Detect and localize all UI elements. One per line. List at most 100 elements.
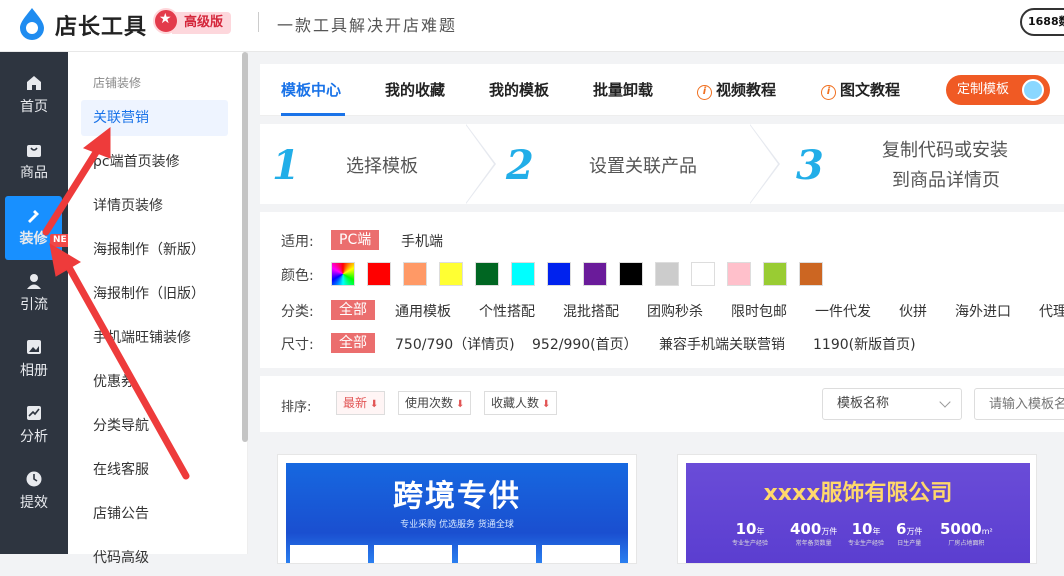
subnav-scrollbar[interactable]: [242, 52, 248, 442]
tab-my-favorites[interactable]: 我的收藏: [385, 79, 445, 100]
sort-favorites-button[interactable]: 收藏人数 ⬇: [484, 391, 558, 415]
template-card[interactable]: 跨境专供 专业采购 优选服务 货通全球: [277, 454, 637, 564]
subnav-item-poster-new[interactable]: 海报制作（新版）: [81, 232, 228, 268]
filter-option-mobile[interactable]: 手机端: [401, 231, 443, 251]
filter-option[interactable]: 伙拼: [899, 301, 927, 321]
filter-option[interactable]: 限时包邮: [731, 301, 787, 321]
template-thumbnail[interactable]: xxxx服饰有限公司 10年 专业生产经验 400万件 常年备货数量 10年 专业生产…: [686, 463, 1030, 563]
premium-badge: 高级版: [172, 12, 232, 34]
slogan: 一款工具解决开店难题: [277, 16, 458, 35]
color-swatch[interactable]: [763, 262, 787, 286]
info-icon: i: [697, 85, 712, 100]
filter-option[interactable]: 通用模板: [395, 301, 451, 321]
color-swatch[interactable]: [367, 262, 391, 286]
subnav-item-detail-page[interactable]: 详情页装修: [81, 188, 228, 224]
subnav-item-code[interactable]: 代码高级: [81, 540, 228, 576]
sort-label-text: 收藏人数: [491, 396, 540, 410]
bag-icon: [27, 145, 41, 157]
template-card[interactable]: xxxx服饰有限公司 10年 专业生产经验 400万件 常年备货数量 10年 专业生产…: [677, 454, 1037, 564]
template-thumbnail[interactable]: 跨境专供 专业采购 优选服务 货通全球: [286, 463, 628, 563]
filter-row-category: 分类: 全部 通用模板 个性搭配 混批搭配 团购秒杀 限时包邮 一件代发 伙拼 …: [281, 300, 1064, 322]
template-search-input[interactable]: [974, 388, 1064, 420]
nav-traffic[interactable]: 引流: [0, 262, 68, 326]
color-swatch[interactable]: [439, 262, 463, 286]
tab-text-tutorial[interactable]: i 图文教程: [821, 79, 900, 100]
filter-option[interactable]: 全部: [331, 300, 375, 320]
nav-home[interactable]: 首页: [0, 64, 68, 128]
filter-option[interactable]: 代理: [1039, 301, 1064, 321]
filter-option[interactable]: 海外进口: [955, 301, 1011, 321]
sub-nav: 店铺装修 关联营销 pc端首页装修 详情页装修 海报制作（新版） 海报制作（旧版…: [68, 52, 248, 566]
thumbnail-product-slot: [374, 545, 452, 563]
subnav-item-category-nav[interactable]: 分类导航: [81, 408, 228, 444]
nav-analysis[interactable]: 分析: [0, 394, 68, 458]
chart-icon: [27, 406, 41, 420]
filter-label: 适用:: [281, 234, 314, 250]
nav-products[interactable]: 商品: [0, 130, 68, 194]
logo-text[interactable]: 店长工具: [55, 9, 147, 41]
filter-option[interactable]: 混批搭配: [563, 301, 619, 321]
color-swatch[interactable]: [691, 262, 715, 286]
tab-template-center[interactable]: 模板中心: [281, 79, 341, 100]
sort-usage-button[interactable]: 使用次数 ⬇: [398, 391, 472, 415]
filter-option[interactable]: 1190(新版首页): [813, 334, 916, 354]
filter-row-color: 颜色:: [281, 262, 1061, 288]
custom-template-button[interactable]: 定制模板: [946, 75, 1050, 105]
subnav-item-announcement[interactable]: 店铺公告: [81, 496, 228, 532]
tab-batch-uninstall[interactable]: 批量卸载: [593, 79, 653, 100]
step-text: 选择模板: [346, 156, 418, 177]
filter-option[interactable]: 全部: [331, 333, 375, 353]
color-swatch[interactable]: [655, 262, 679, 286]
active-tab-indicator: [281, 113, 345, 116]
color-swatch[interactable]: [727, 262, 751, 286]
arrow-down-icon: ⬇: [456, 399, 465, 410]
nav-efficiency[interactable]: 提效: [0, 460, 68, 524]
arrow-down-icon: ⬇: [542, 399, 551, 410]
tab-my-templates[interactable]: 我的模板: [489, 79, 549, 100]
filter-option[interactable]: 个性搭配: [479, 301, 535, 321]
tab-video-tutorial[interactable]: i 视频教程: [697, 79, 776, 100]
brush-icon: [27, 210, 39, 223]
step-number: 3: [796, 142, 824, 189]
thumbnail-stat: 5000m² 厂房占地面积: [940, 519, 993, 547]
clock-icon: [26, 471, 42, 487]
subnav-item-poster-old[interactable]: 海报制作（旧版）: [81, 276, 228, 312]
subnav-item-online-service[interactable]: 在线客服: [81, 452, 228, 488]
template-field-select[interactable]: 模板名称: [822, 388, 962, 420]
stat-caption: 专业生产经验: [848, 540, 885, 547]
header-divider: [258, 12, 259, 32]
filter-option[interactable]: 952/990(首页）: [532, 334, 638, 354]
nav-label: 商品: [20, 165, 48, 181]
filter-row-platform: 适用: PC端 手机端: [281, 230, 1061, 252]
subnav-item-coupon[interactable]: 优惠券: [81, 364, 228, 400]
nav-label: 分析: [20, 429, 48, 445]
color-swatch[interactable]: [583, 262, 607, 286]
star-badge-icon: [153, 8, 179, 34]
thumbnail-product-slot: [542, 545, 620, 563]
nav-decoration[interactable]: 装修: [5, 196, 62, 260]
stat-unit: m²: [981, 527, 993, 536]
platform-pill-1688[interactable]: 1688数: [1020, 8, 1064, 36]
color-swatch[interactable]: [403, 262, 427, 286]
color-swatch[interactable]: [619, 262, 643, 286]
filter-option[interactable]: 兼容手机端关联营销: [659, 334, 785, 354]
filter-option[interactable]: 一件代发: [815, 301, 871, 321]
subnav-item-related-marketing[interactable]: 关联营销: [81, 100, 228, 136]
color-swatch[interactable]: [799, 262, 823, 286]
sort-label-text: 使用次数: [405, 396, 454, 410]
filter-option[interactable]: 团购秒杀: [647, 301, 703, 321]
filter-option[interactable]: 750/790（详情页): [395, 334, 515, 354]
stat-number: 10: [851, 520, 873, 538]
sort-newest-button[interactable]: 最新 ⬇: [336, 391, 386, 415]
thumbnail-stat: 10年 专业生产经验: [732, 519, 768, 547]
color-swatch[interactable]: [475, 262, 499, 286]
subnav-item-pc-home[interactable]: pc端首页装修: [81, 144, 228, 180]
subnav-item-mobile-shop[interactable]: 手机端旺铺装修: [81, 320, 228, 356]
filter-option-pc[interactable]: PC端: [331, 230, 380, 250]
home-icon: [27, 76, 41, 90]
color-swatch[interactable]: [511, 262, 535, 286]
nav-album[interactable]: 相册: [0, 328, 68, 392]
color-swatch-all[interactable]: [331, 262, 355, 286]
color-swatch[interactable]: [547, 262, 571, 286]
image-icon: [27, 340, 41, 354]
